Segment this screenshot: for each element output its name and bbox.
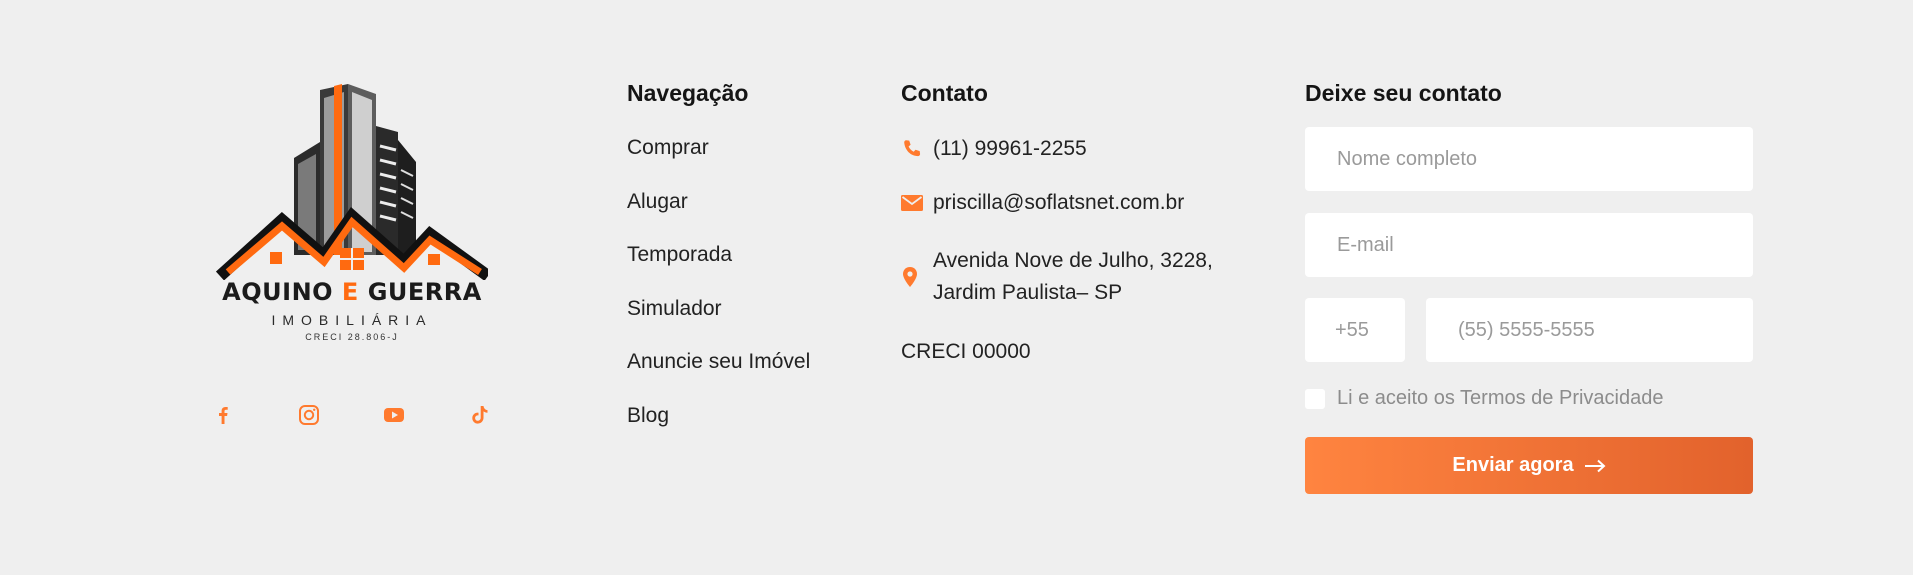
terms-label: Li e aceito os Termos de Privacidade: [1337, 387, 1664, 409]
instagram-link[interactable]: [296, 402, 322, 428]
instagram-icon: [299, 405, 319, 425]
brand-name-part2: GUERRA: [367, 278, 482, 306]
navigation-title: Navegação: [627, 80, 749, 106]
phone-text: (11) 99961-2255: [933, 137, 1087, 160]
youtube-link[interactable]: [381, 402, 407, 428]
facebook-icon: [219, 407, 228, 424]
name-input[interactable]: [1305, 127, 1753, 191]
phone-input[interactable]: [1426, 298, 1753, 362]
form-title: Deixe seu contato: [1305, 80, 1502, 106]
nav-item-blog: Blog: [627, 404, 810, 458]
submit-label: Enviar agora: [1452, 454, 1574, 476]
ddi-input[interactable]: [1305, 298, 1405, 362]
address-line-1: Avenida Nove de Julho, 3228,: [933, 249, 1213, 272]
brand-subtitle: IMOBILIÁRIA: [271, 312, 433, 328]
nav-item-alugar: Alugar: [627, 190, 810, 244]
nav-item-simulador: Simulador: [627, 297, 810, 351]
submit-button[interactable]: Enviar agora: [1305, 437, 1753, 494]
nav-link-simulador[interactable]: Simulador: [627, 297, 722, 320]
email-input[interactable]: [1305, 213, 1753, 277]
building-logo-icon: [216, 84, 488, 280]
contact-phone[interactable]: (11) 99961-2255: [901, 133, 1087, 165]
brand-wordmark: AQUINO E GUERRA: [216, 278, 488, 306]
address-line-2: Jardim Paulista– SP: [933, 281, 1123, 304]
phone-icon: [901, 133, 933, 165]
contact-title: Contato: [901, 80, 988, 106]
navigation-list: Comprar Alugar Temporada Simulador Anunc…: [627, 136, 810, 457]
location-pin-icon: [901, 245, 933, 309]
arrow-right-icon: [1584, 459, 1606, 473]
tiktok-link[interactable]: [467, 402, 493, 428]
nav-item-anuncie: Anuncie seu Imóvel: [627, 350, 810, 404]
nav-link-anuncie[interactable]: Anuncie seu Imóvel: [627, 350, 810, 373]
brand-creci: CRECI 28.806-J: [305, 332, 399, 342]
brand-name-part1: AQUINO: [222, 278, 334, 306]
youtube-icon: [384, 408, 404, 422]
tiktok-icon: [472, 406, 488, 424]
terms-checkbox[interactable]: [1305, 388, 1325, 409]
contact-address: Avenida Nove de Julho, 3228, Jardim Paul…: [901, 245, 1213, 309]
nav-link-alugar[interactable]: Alugar: [627, 190, 688, 213]
nav-item-temporada: Temporada: [627, 243, 810, 297]
brand-name-accent: E: [341, 278, 359, 306]
terms-consent[interactable]: Li e aceito os Termos de Privacidade: [1305, 387, 1663, 410]
nav-link-comprar[interactable]: Comprar: [627, 136, 709, 159]
facebook-link[interactable]: [210, 402, 236, 428]
address-text: Avenida Nove de Julho, 3228, Jardim Paul…: [933, 245, 1213, 309]
nav-link-blog[interactable]: Blog: [627, 404, 669, 427]
nav-link-temporada[interactable]: Temporada: [627, 243, 732, 266]
email-icon: [901, 187, 933, 219]
email-text: priscilla@soflatsnet.com.br: [933, 191, 1185, 214]
contact-email[interactable]: priscilla@soflatsnet.com.br: [901, 187, 1184, 219]
brand-logo[interactable]: AQUINO E GUERRA IMOBILIÁRIA CRECI 28.806…: [216, 80, 488, 350]
social-links: [210, 402, 490, 432]
nav-item-comprar: Comprar: [627, 136, 810, 190]
contact-creci: CRECI 00000: [901, 340, 1031, 363]
